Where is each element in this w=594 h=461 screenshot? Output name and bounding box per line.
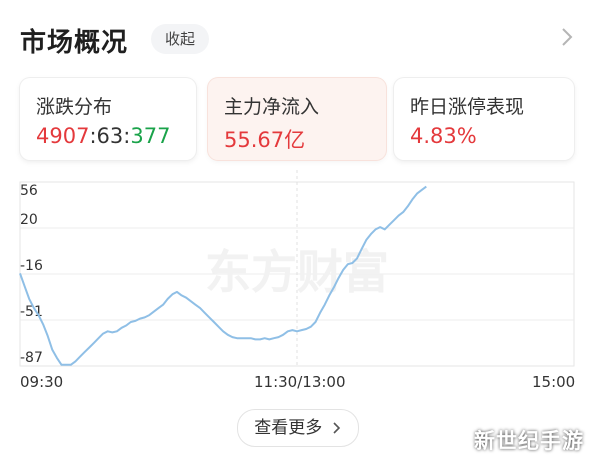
market-overview-header: 市场概况 收起 [20,18,580,62]
chart-watermark: 东方财富 [205,245,389,299]
rise-fall-values: 4907:63:377 [36,124,170,148]
card-label: 昨日涨停表现 [410,96,525,118]
y-tick-label: -87 [20,350,43,366]
y-tick-label: 20 [20,212,38,228]
stats-cards: 涨跌分布 4907:63:377 主力净流入 55.67亿 昨日涨停表现 4.8… [20,78,576,164]
limit-up-performance-value: 4.83% [410,124,477,148]
card-label: 主力净流入 [224,96,320,118]
x-tick-label: 15:00 [532,373,576,391]
rise-count: 4907 [36,124,90,148]
collapse-button[interactable]: 收起 [151,24,210,54]
net-inflow-value: 55.67亿 [224,128,306,152]
card-yesterday-limit-up[interactable]: 昨日涨停表现 4.83% [394,78,574,160]
chevron-right-icon [333,422,340,434]
x-tick-label: 09:30 [20,373,64,391]
page-title: 市场概况 [20,28,129,58]
card-rise-fall-distribution[interactable]: 涨跌分布 4907:63:377 [20,78,196,160]
card-main-net-inflow[interactable]: 主力净流入 55.67亿 [208,78,386,160]
view-more-label: 查看更多 [254,418,323,438]
net-inflow-chart[interactable]: 东方财富 56 20 -16 -51 -87 [0,160,594,400]
chevron-right-icon[interactable] [556,26,578,48]
x-tick-label: 11:30/13:00 [254,373,346,391]
flat-count: 63 [96,124,124,148]
y-tick-label: 56 [20,183,38,199]
fall-count: 377 [130,124,171,148]
y-tick-label: -16 [20,258,43,274]
card-label: 涨跌分布 [36,96,113,118]
site-watermark: 新世纪手游 [474,429,584,453]
separator: : [89,124,97,148]
view-more-button[interactable]: 查看更多 [237,409,359,447]
